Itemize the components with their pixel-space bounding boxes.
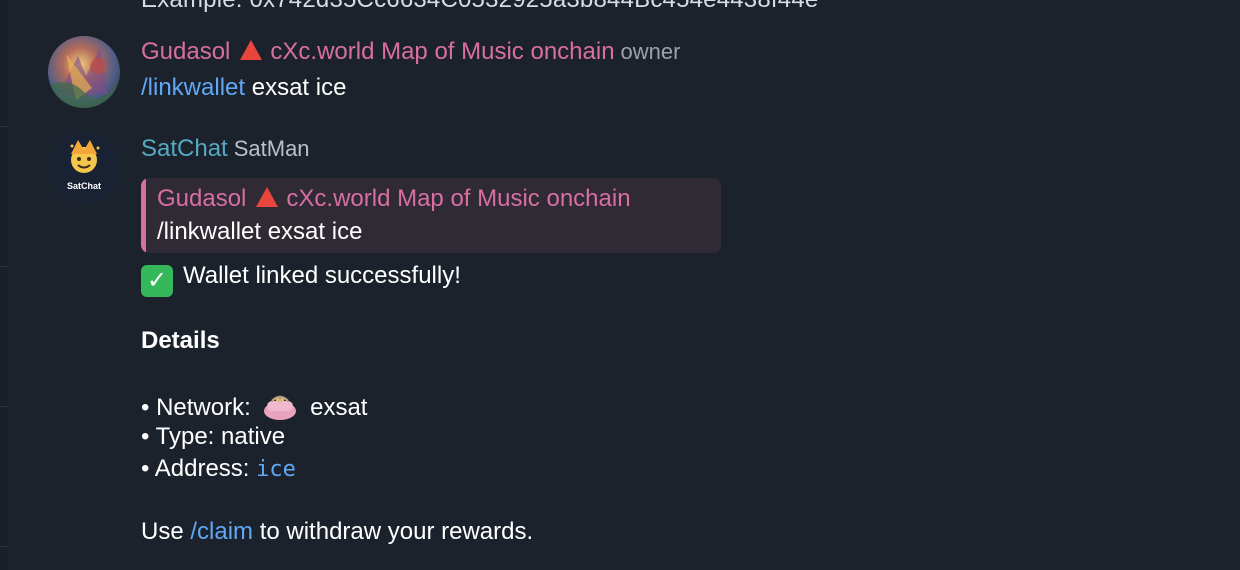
message-header: SatChat SatMan (141, 135, 310, 163)
address-label: • Address: (141, 455, 250, 482)
success-line: ✓ Wallet linked successfully! (141, 262, 461, 297)
red-triangle-icon (256, 187, 279, 207)
footer-prefix: Use (141, 518, 184, 545)
network-value: exsat (310, 394, 368, 421)
divider (0, 126, 8, 127)
reply-text: /linkwallet exsat ice (157, 218, 363, 245)
type-value: native (221, 423, 286, 450)
message-text: /linkwallet exsat ice (141, 74, 346, 102)
command-link[interactable]: /linkwallet (141, 74, 245, 101)
divider (0, 406, 8, 407)
command-args: exsat ice (251, 74, 347, 101)
bot-logo-icon (70, 140, 100, 173)
success-text: Wallet linked successfully! (183, 262, 461, 289)
type-line: • Type: native (141, 423, 285, 451)
chat-view: Example: 0x742d35Cc6634C0532925a3b844Bc4… (0, 0, 1240, 570)
avatar-label: SatChat (66, 181, 101, 191)
red-triangle-icon (240, 40, 263, 60)
reply-sender-name: Gudasol (157, 185, 247, 212)
sender-subtitle: SatMan (233, 136, 310, 161)
avatar[interactable]: SatChat (48, 132, 120, 204)
details-heading: Details (141, 327, 220, 354)
sender-name[interactable]: Gudasol (141, 38, 230, 65)
reply-accent-bar (141, 178, 146, 253)
reply-sender-title: cXc.world Map of Music onchain (286, 185, 631, 212)
avatar-image (48, 36, 120, 108)
reply-header: Gudasol cXc.world Map of Music onchain (157, 185, 631, 213)
address-value[interactable]: ice (256, 457, 296, 482)
type-label: • Type: (141, 423, 215, 450)
footer-suffix: to withdraw your rewards. (259, 518, 534, 545)
claim-command-link[interactable]: /claim (190, 518, 253, 545)
left-panel-edge (0, 0, 8, 570)
purse-icon (264, 395, 297, 420)
avatar[interactable] (48, 36, 120, 108)
previous-message-fragment: Example: 0x742d35Cc6634C0532925a3b844Bc4… (141, 0, 818, 14)
divider (0, 266, 8, 267)
network-label: • Network: (141, 394, 251, 421)
footer-line: Use /claim to withdraw your rewards. (141, 518, 533, 546)
divider (0, 546, 8, 547)
address-line: • Address: ice (141, 455, 296, 483)
reply-quote[interactable]: Gudasol cXc.world Map of Music onchain /l… (141, 178, 721, 253)
role-badge: owner (620, 39, 681, 64)
check-mark-button-icon: ✓ (141, 265, 173, 297)
message-header: Gudasol cXc.world Map of Music onchain own… (141, 38, 680, 66)
network-line: • Network: exsat (141, 391, 367, 422)
sender-title[interactable]: cXc.world Map of Music onchain (270, 38, 614, 65)
sender-name[interactable]: SatChat (141, 135, 228, 162)
